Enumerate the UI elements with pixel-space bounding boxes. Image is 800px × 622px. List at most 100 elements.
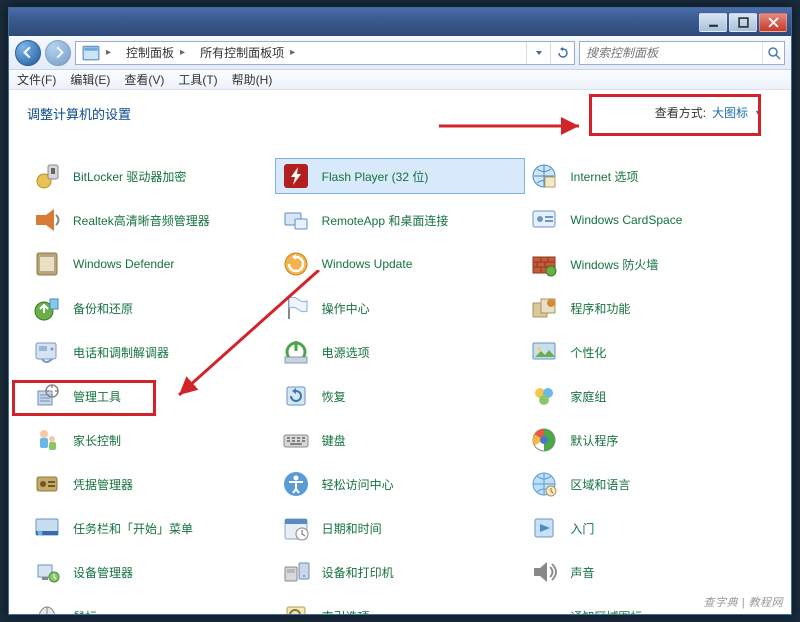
- search-icon[interactable]: [762, 42, 784, 64]
- item-label: 个性化: [570, 344, 606, 361]
- menu-edit[interactable]: 编辑(E): [70, 71, 110, 88]
- item-label: BitLocker 驱动器加密: [73, 168, 186, 185]
- control-panel-item[interactable]: 入门: [524, 511, 773, 545]
- control-panel-item[interactable]: 凭据管理器: [27, 467, 276, 501]
- ease-icon: [280, 468, 312, 500]
- items-grid: BitLocker 驱动器加密 Flash Player (32 位) Intern…: [27, 159, 773, 614]
- parental-icon: [31, 424, 63, 456]
- item-label: Windows Update: [322, 257, 413, 271]
- item-label: 电话和调制解调器: [73, 344, 169, 361]
- item-label: 日期和时间: [322, 520, 382, 537]
- control-panel-item[interactable]: Realtek高清晰音频管理器: [27, 203, 276, 237]
- flag-icon: [280, 292, 312, 324]
- control-panel-item[interactable]: RemoteApp 和桌面连接: [276, 203, 525, 237]
- personalize-icon: [528, 336, 560, 368]
- item-label: 设备管理器: [73, 564, 133, 581]
- menu-help[interactable]: 帮助(H): [232, 71, 273, 88]
- control-panel-item[interactable]: 键盘: [276, 423, 525, 457]
- admin-icon: [31, 380, 63, 412]
- item-label: 默认程序: [570, 432, 618, 449]
- flash-icon: [280, 160, 312, 192]
- view-by[interactable]: 查看方式: 大图标 ▼: [655, 104, 763, 121]
- remote-icon: [280, 204, 312, 236]
- item-label: 操作中心: [322, 300, 370, 317]
- control-panel-item[interactable]: Windows 防火墙: [524, 247, 773, 281]
- item-label: 程序和功能: [570, 300, 630, 317]
- menu-file[interactable]: 文件(F): [17, 71, 56, 88]
- control-panel-item[interactable]: 声音: [524, 555, 773, 589]
- menu-tools[interactable]: 工具(T): [178, 71, 217, 88]
- getstarted-icon: [528, 512, 560, 544]
- audio-icon: [31, 204, 63, 236]
- control-panel-window: ▸ 控制面板▸ 所有控制面板项▸ 文件(F) 编辑(E) 查看(V) 工具(T)…: [8, 7, 792, 615]
- item-label: RemoteApp 和桌面连接: [322, 212, 449, 229]
- control-panel-item[interactable]: 程序和功能: [524, 291, 773, 325]
- search-input[interactable]: [580, 46, 762, 60]
- globe-icon: [528, 160, 560, 192]
- control-panel-item[interactable]: 任务栏和「开始」菜单: [27, 511, 276, 545]
- item-label: 鼠标: [73, 608, 97, 615]
- control-panel-item[interactable]: 索引选项: [276, 599, 525, 614]
- content-area: 调整计算机的设置 查看方式: 大图标 ▼ BitLocker 驱动器加密Flas…: [9, 90, 791, 614]
- minimize-button[interactable]: [699, 13, 727, 32]
- backup-icon: [31, 292, 63, 324]
- maximize-button[interactable]: [729, 13, 757, 32]
- search-box[interactable]: [579, 41, 785, 65]
- control-panel-item[interactable]: 默认程序: [524, 423, 773, 457]
- forward-button[interactable]: [45, 40, 71, 66]
- card-icon: [528, 204, 560, 236]
- breadcrumb-control-panel[interactable]: 控制面板▸: [120, 42, 194, 64]
- control-panel-item[interactable]: 操作中心: [276, 291, 525, 325]
- credentials-icon: [31, 468, 63, 500]
- item-label: Flash Player (32 位): [322, 168, 429, 185]
- control-panel-item[interactable]: 电话和调制解调器: [27, 335, 276, 369]
- breadcrumb[interactable]: ▸ 控制面板▸ 所有控制面板项▸: [75, 41, 575, 65]
- item-label: 管理工具: [73, 388, 121, 405]
- back-button[interactable]: [15, 40, 41, 66]
- mouse-icon: [31, 600, 63, 614]
- close-button[interactable]: [759, 13, 787, 32]
- chevron-down-icon: ▼: [754, 108, 763, 118]
- item-label: 轻松访问中心: [322, 476, 394, 493]
- datetime-icon: [280, 512, 312, 544]
- control-panel-item[interactable]: 设备管理器: [27, 555, 276, 589]
- control-panel-item[interactable]: 鼠标: [27, 599, 276, 614]
- control-panel-item[interactable]: Windows Defender: [27, 247, 276, 281]
- control-panel-item[interactable]: 轻松访问中心: [276, 467, 525, 501]
- recovery-icon: [280, 380, 312, 412]
- item-label: 键盘: [322, 432, 346, 449]
- devmgr-icon: [31, 556, 63, 588]
- firewall-icon: [528, 248, 560, 280]
- refresh-button[interactable]: [550, 42, 574, 64]
- keyboard-icon: [280, 424, 312, 456]
- titlebar: [9, 8, 791, 36]
- update-icon: [280, 248, 312, 280]
- control-panel-item[interactable]: Windows Update: [276, 247, 525, 281]
- control-panel-item[interactable]: 电源选项: [276, 335, 525, 369]
- control-panel-item[interactable]: 日期和时间: [276, 511, 525, 545]
- menu-view[interactable]: 查看(V): [124, 71, 164, 88]
- phone-icon: [31, 336, 63, 368]
- item-label: Windows Defender: [73, 257, 174, 271]
- control-panel-item[interactable]: 家庭组: [524, 379, 773, 413]
- sound-icon: [528, 556, 560, 588]
- breadcrumb-all-items[interactable]: 所有控制面板项▸: [194, 42, 304, 64]
- region-icon: [528, 468, 560, 500]
- control-panel-item[interactable]: 区域和语言: [524, 467, 773, 501]
- control-panel-item[interactable]: 备份和还原: [27, 291, 276, 325]
- view-by-value[interactable]: 大图标: [712, 104, 748, 121]
- control-panel-item[interactable]: Internet 选项: [524, 159, 773, 193]
- dropdown-button[interactable]: [526, 42, 550, 64]
- control-panel-item[interactable]: BitLocker 驱动器加密: [27, 159, 276, 193]
- control-panel-item[interactable]: Flash Player (32 位): [276, 159, 525, 193]
- control-panel-item[interactable]: Windows CardSpace: [524, 203, 773, 237]
- control-panel-item[interactable]: 恢复: [276, 379, 525, 413]
- control-panel-item[interactable]: 管理工具: [27, 379, 276, 413]
- control-panel-item[interactable]: 个性化: [524, 335, 773, 369]
- item-label: 电源选项: [322, 344, 370, 361]
- item-label: 声音: [570, 564, 594, 581]
- control-panel-item[interactable]: 设备和打印机: [276, 555, 525, 589]
- item-label: 恢复: [322, 388, 346, 405]
- item-label: 备份和还原: [73, 300, 133, 317]
- control-panel-item[interactable]: 家长控制: [27, 423, 276, 457]
